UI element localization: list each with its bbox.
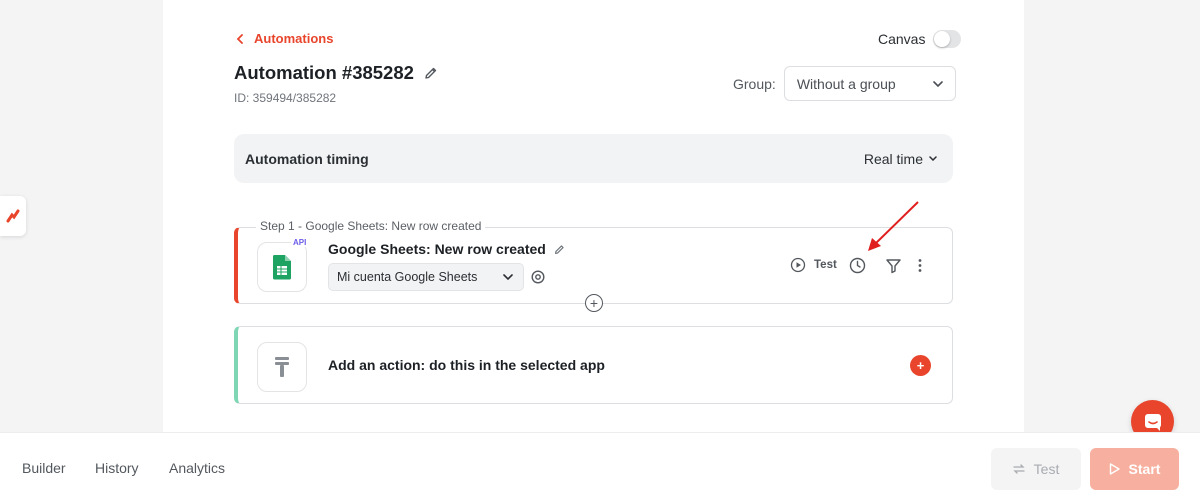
back-link-label: Automations bbox=[254, 31, 334, 46]
canvas-toggle-group: Canvas bbox=[878, 30, 962, 48]
group-selector: Group: Without a group bbox=[733, 66, 956, 101]
canvas-toggle[interactable] bbox=[933, 30, 962, 48]
app-icon-box bbox=[257, 242, 307, 292]
timing-label: Automation timing bbox=[245, 150, 369, 167]
test-button-label: Test bbox=[1033, 461, 1060, 477]
add-action-button[interactable]: + bbox=[910, 355, 931, 376]
nav-history[interactable]: History bbox=[95, 460, 139, 476]
add-step-between-button[interactable]: + bbox=[585, 294, 603, 312]
google-sheets-icon bbox=[272, 255, 291, 280]
api-badge: API bbox=[291, 238, 309, 247]
right-background bbox=[1024, 0, 1200, 432]
test-label: Test bbox=[814, 259, 837, 271]
test-button[interactable]: Test bbox=[991, 448, 1081, 490]
step-caption: Step 1 - Google Sheets: New row created bbox=[256, 219, 486, 233]
test-step-button[interactable]: Test bbox=[790, 257, 837, 273]
group-select[interactable]: Without a group bbox=[783, 66, 956, 101]
gear-icon[interactable] bbox=[530, 269, 546, 285]
timing-dropdown[interactable]: Real time bbox=[864, 151, 937, 167]
plus-circle-icon: + bbox=[589, 295, 599, 311]
action-icon-box bbox=[257, 342, 307, 392]
chevron-left-icon bbox=[236, 33, 243, 44]
nav-builder[interactable]: Builder bbox=[22, 460, 66, 476]
automation-id: ID: 359494/385282 bbox=[234, 91, 337, 105]
play-icon bbox=[1109, 463, 1120, 475]
group-label: Group: bbox=[733, 75, 776, 92]
plus-icon: + bbox=[916, 358, 925, 373]
chevron-down-icon bbox=[503, 274, 513, 280]
nav-analytics[interactable]: Analytics bbox=[169, 460, 225, 476]
play-circle-icon bbox=[790, 257, 806, 273]
edit-pencil-icon[interactable] bbox=[424, 66, 438, 80]
step-title-row: Google Sheets: New row created bbox=[328, 241, 565, 257]
page-title: Automation #385282 bbox=[234, 62, 414, 83]
chat-icon bbox=[1144, 413, 1161, 431]
back-to-automations-link[interactable]: Automations bbox=[236, 31, 333, 46]
more-vertical-icon[interactable] bbox=[914, 257, 926, 274]
title-row: Automation #385282 bbox=[234, 62, 438, 84]
timing-value: Real time bbox=[863, 150, 923, 167]
start-button-label: Start bbox=[1128, 461, 1161, 477]
start-button[interactable]: Start bbox=[1090, 448, 1179, 490]
account-select[interactable]: Mi cuenta Google Sheets bbox=[328, 263, 524, 291]
chevron-down-icon bbox=[929, 156, 937, 161]
filter-icon[interactable] bbox=[885, 257, 902, 274]
step-title: Google Sheets: New row created bbox=[328, 241, 546, 257]
clock-icon[interactable] bbox=[849, 257, 866, 274]
text-tool-icon bbox=[275, 357, 289, 377]
group-select-value: Without a group bbox=[796, 75, 896, 92]
automation-timing-bar: Automation timing Real time bbox=[234, 134, 953, 183]
edit-pencil-icon[interactable] bbox=[554, 244, 565, 255]
add-action-text: Add an action: do this in the selected a… bbox=[328, 357, 605, 373]
account-value: Mi cuenta Google Sheets bbox=[337, 270, 478, 284]
side-logo-tab[interactable] bbox=[0, 196, 26, 236]
swap-icon bbox=[1013, 464, 1025, 474]
brand-logo-icon bbox=[6, 209, 20, 223]
canvas-label: Canvas bbox=[878, 31, 926, 47]
chevron-down-icon bbox=[933, 80, 943, 87]
annotation-arrow bbox=[868, 201, 919, 251]
